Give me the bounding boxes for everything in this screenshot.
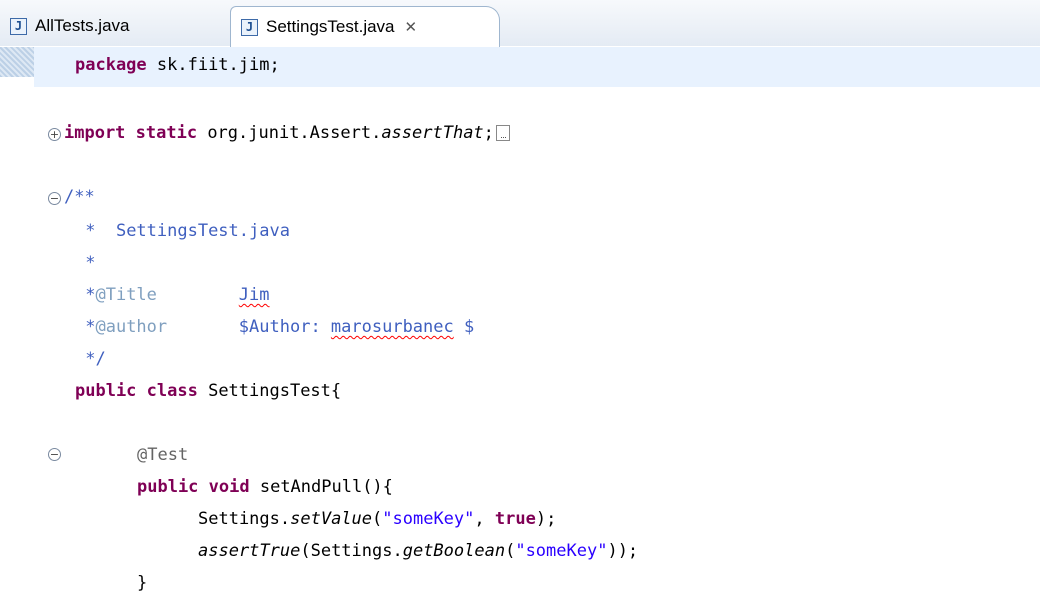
left-ruler xyxy=(0,47,34,607)
expand-fold-icon[interactable]: + xyxy=(48,128,61,141)
code-editor[interactable]: package sk.fiit.jim; + import static org… xyxy=(0,47,1040,607)
code-line-doc-open[interactable]: /** xyxy=(64,187,95,207)
collapse-fold-icon[interactable]: − xyxy=(48,448,61,461)
tab-label: SettingsTest.java xyxy=(266,17,395,36)
code-line-close-brace[interactable]: } xyxy=(137,573,147,593)
code-line-import[interactable]: import static org.junit.Assert.assertTha… xyxy=(64,123,510,143)
code-line-annotation[interactable]: @Test xyxy=(137,445,188,465)
code-line-method[interactable]: public void setAndPull(){ xyxy=(137,477,393,497)
collapse-fold-icon[interactable]: − xyxy=(48,192,61,205)
collapsed-imports-marker[interactable] xyxy=(495,125,510,141)
tab-settingstest[interactable]: J SettingsTest.java ✕ xyxy=(230,6,500,47)
tab-alltests[interactable]: J AllTests.java xyxy=(0,6,215,46)
java-file-icon: J xyxy=(10,17,27,35)
code-line-doc-blank[interactable]: * xyxy=(75,253,95,273)
java-file-icon: J xyxy=(241,18,258,36)
code-line-assert[interactable]: assertTrue(Settings.getBoolean("someKey"… xyxy=(198,541,638,561)
code-line-package[interactable]: package sk.fiit.jim; xyxy=(75,55,280,75)
code-line-class[interactable]: public class SettingsTest{ xyxy=(75,381,341,401)
current-line-ruler-marker xyxy=(0,47,34,77)
editor-tab-bar: J AllTests.java J SettingsTest.java ✕ xyxy=(0,0,1040,48)
code-line-doc-close[interactable]: */ xyxy=(75,349,105,369)
code-line-doc-title[interactable]: *@Title Jim xyxy=(75,285,269,305)
code-line-doc-author[interactable]: *@author $Author: marosurbanec $ xyxy=(75,317,474,337)
close-icon[interactable]: ✕ xyxy=(405,18,418,36)
code-line-doc-file[interactable]: * SettingsTest.java xyxy=(75,221,290,241)
code-line-setvalue[interactable]: Settings.setValue("someKey", true); xyxy=(198,509,556,529)
tab-label: AllTests.java xyxy=(35,16,130,35)
